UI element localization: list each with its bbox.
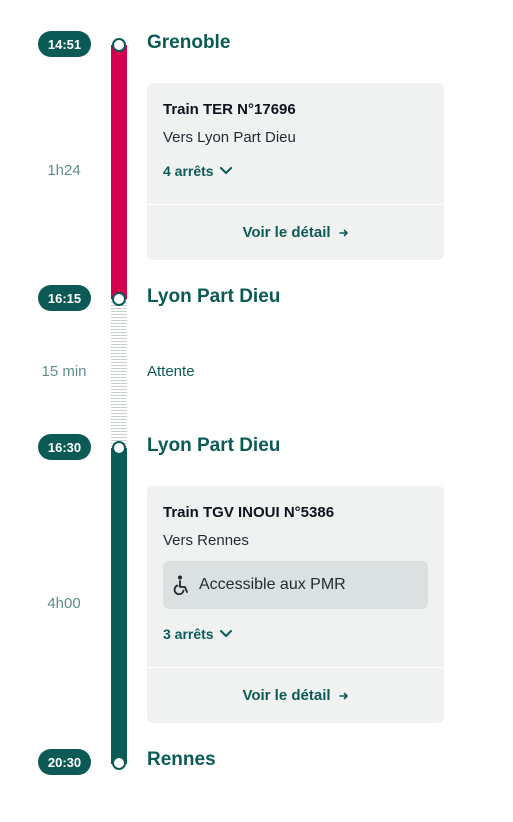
timeline-node-grenoble [112,38,126,52]
train-direction: Vers Lyon Part Dieu [163,129,296,146]
station-rennes: Rennes [147,749,216,770]
see-detail-link[interactable]: Voir le détail [147,204,444,260]
time-badge-connection-departure: 16:30 [38,434,91,460]
stops-toggle[interactable]: 4 arrêts [163,163,428,179]
duration-segment-2: 4h00 [47,595,81,612]
timeline-node-lyon-departure [112,441,126,455]
see-detail-label: Voir le détail [242,687,331,704]
see-detail-label: Voir le détail [242,224,331,241]
timeline-segment-wait [111,299,127,448]
stops-toggle[interactable]: 3 arrêts [163,626,428,642]
stops-label: 3 arrêts [163,626,214,642]
arrow-right-icon [338,692,348,699]
time-badge-connection-arrival: 16:15 [38,285,91,311]
time-badge-departure: 14:51 [38,31,91,57]
train-name: Train TGV INOUI N°5386 [163,504,335,521]
station-lyon-arrival: Lyon Part Dieu [147,286,281,307]
accessibility-label: Accessible aux PMR [199,576,346,593]
accessibility-badge: Accessible aux PMR [163,561,428,609]
timeline-segment-ter [111,45,127,299]
timeline-node-lyon-arrival [112,292,126,306]
arrow-right-icon [338,229,348,236]
timeline-node-rennes [112,756,126,770]
train-name: Train TER N°17696 [163,101,296,118]
time-badge-arrival: 20:30 [38,749,91,775]
see-detail-link[interactable]: Voir le détail [147,667,444,723]
station-grenoble: Grenoble [147,32,231,53]
train-direction: Vers Rennes [163,532,249,549]
stops-label: 4 arrêts [163,163,214,179]
station-lyon-departure: Lyon Part Dieu [147,435,281,456]
connection-wait-label: Attente [147,363,195,380]
wheelchair-icon [173,575,188,595]
chevron-down-icon [219,630,232,637]
timeline-segment-tgv [111,448,127,764]
duration-connection: 15 min [41,363,87,380]
train-card-tgv: Train TGV INOUI N°5386 Vers Rennes Acces… [147,486,444,723]
train-card-ter: Train TER N°17696 Vers Lyon Part Dieu 4 … [147,83,444,260]
duration-segment-1: 1h24 [47,162,81,179]
chevron-down-icon [219,167,232,174]
